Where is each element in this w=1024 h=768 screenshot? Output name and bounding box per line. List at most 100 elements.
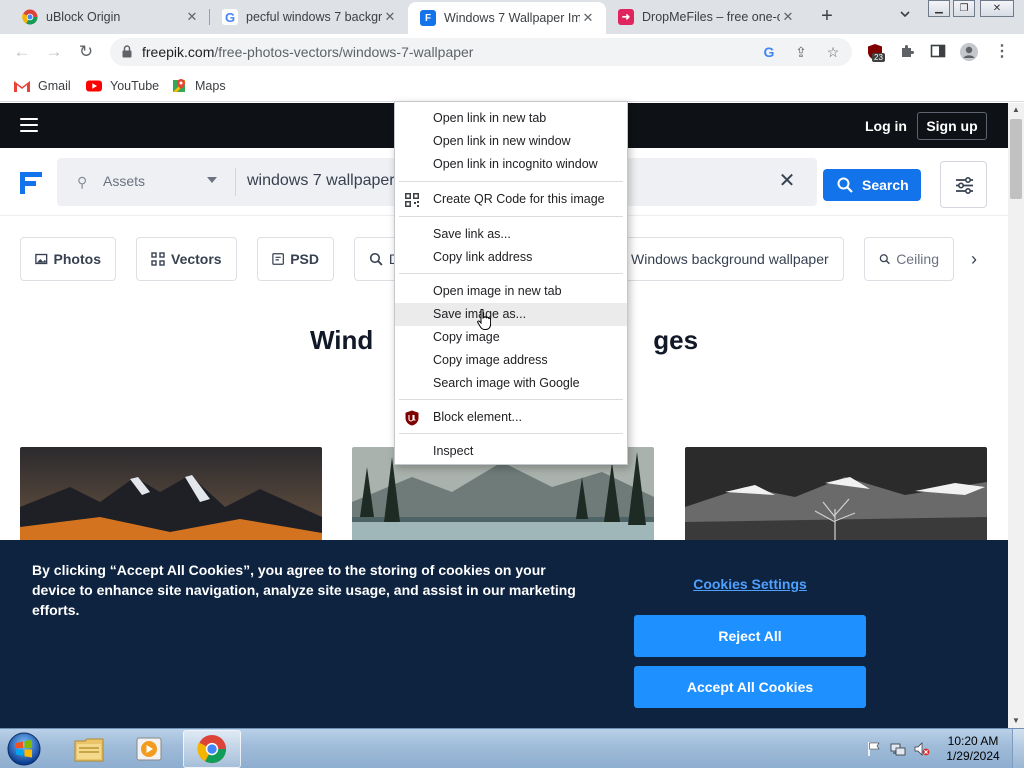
new-tab-button[interactable]: + — [816, 6, 838, 28]
system-clock[interactable]: 10:20 AM 1/29/2024 — [940, 734, 1006, 764]
lock-icon[interactable] — [122, 45, 132, 58]
menu-separator — [399, 433, 623, 434]
filters-button[interactable] — [940, 161, 987, 208]
chip-psd[interactable]: PSD — [257, 237, 334, 281]
tab-ublock[interactable]: uBlock Origin ✕ — [10, 0, 210, 34]
bookmark-label: Gmail — [38, 79, 71, 93]
search-button[interactable]: Search — [823, 169, 921, 201]
menu-block-element[interactable]: Block element... — [395, 406, 627, 429]
menu-copy-image[interactable]: Copy image — [395, 326, 627, 349]
chevron-right-icon[interactable]: › — [964, 249, 984, 269]
tab-freepik[interactable]: F Windows 7 Wallpaper Im ✕ — [408, 2, 606, 34]
tab-google-search[interactable]: G pecful windows 7 backgr ✕ — [210, 0, 408, 34]
reject-all-button[interactable]: Reject All — [634, 615, 866, 657]
chip-vectors[interactable]: Vectors — [136, 237, 237, 281]
freepik-icon: F — [420, 10, 436, 26]
chip-windows-background[interactable]: Windows background wallpaper — [616, 237, 844, 281]
scroll-down-arrow-icon[interactable]: ▼ — [1008, 714, 1024, 728]
address-bar[interactable]: freepik.com/free-photos-vectors/windows-… — [110, 38, 852, 66]
chip-ceiling[interactable]: Ceiling — [864, 237, 954, 281]
menu-open-link-new-window[interactable]: Open link in new window — [395, 130, 627, 153]
volume-muted-icon[interactable] — [914, 741, 930, 757]
close-icon[interactable]: ✕ — [580, 10, 596, 26]
scroll-up-arrow-icon[interactable]: ▲ — [1008, 103, 1024, 117]
assets-dropdown[interactable]: Assets — [103, 173, 145, 189]
chrome-icon — [197, 734, 227, 764]
bookmark-youtube[interactable]: YouTube — [86, 76, 159, 96]
google-lens-icon[interactable]: G — [760, 43, 778, 61]
tab-title: Windows 7 Wallpaper Im — [444, 11, 580, 25]
image-icon — [35, 253, 48, 265]
youtube-icon — [86, 80, 102, 92]
extensions-puzzle-icon[interactable] — [898, 43, 916, 61]
back-button[interactable]: ← — [10, 40, 34, 64]
chip-photos[interactable]: Photos — [20, 237, 116, 281]
menu-create-qr-code[interactable]: Create QR Code for this image — [395, 188, 627, 211]
search-button-label: Search — [862, 177, 909, 193]
tab-dropmefiles[interactable]: ➜ DropMeFiles – free one-c ✕ — [606, 0, 806, 34]
caret-down-icon[interactable] — [207, 177, 217, 183]
tab-strip: uBlock Origin ✕ G pecful windows 7 backg… — [0, 0, 1024, 34]
page-title-right: ges — [653, 325, 699, 355]
close-icon[interactable]: ✕ — [382, 9, 398, 25]
menu-copy-image-address[interactable]: Copy image address — [395, 349, 627, 372]
clock-date: 1/29/2024 — [946, 749, 1000, 763]
ublock-extension-icon[interactable]: 23 — [866, 43, 885, 62]
cookies-settings-link[interactable]: Cookies Settings — [634, 576, 866, 592]
close-icon[interactable]: ✕ — [780, 9, 796, 25]
restore-button[interactable]: ❐ — [953, 0, 975, 17]
side-panel-icon[interactable] — [929, 43, 947, 61]
taskbar-explorer[interactable] — [60, 730, 118, 768]
accept-all-cookies-button[interactable]: Accept All Cookies — [634, 666, 866, 708]
menu-inspect[interactable]: Inspect — [395, 440, 627, 463]
minimize-button[interactable]: ▁ — [928, 0, 950, 17]
psd-icon — [272, 253, 284, 265]
taskbar-chrome[interactable] — [183, 730, 241, 768]
menu-save-link-as[interactable]: Save link as... — [395, 223, 627, 246]
network-icon[interactable] — [890, 741, 906, 757]
menu-open-link-new-tab[interactable]: Open link in new tab — [395, 107, 627, 130]
bookmark-maps[interactable]: Maps — [171, 76, 226, 96]
menu-open-image-new-tab[interactable]: Open image in new tab — [395, 280, 627, 303]
wallpaper-thumbnail[interactable] — [685, 447, 987, 547]
search-input[interactable]: windows 7 wallpaper — [247, 172, 395, 190]
browser-toolbar: ← → ↻ freepik.com/free-photos-vectors/wi… — [0, 34, 1024, 70]
ublock-shield-icon — [405, 410, 419, 426]
explorer-icon — [74, 738, 104, 762]
menu-open-link-incognito[interactable]: Open link in incognito window — [395, 153, 627, 176]
menu-separator — [399, 399, 623, 400]
page-scrollbar[interactable]: ▲ ▼ — [1008, 103, 1024, 728]
kebab-menu-icon[interactable]: ⋮ — [993, 43, 1011, 61]
menu-search-image-google[interactable]: Search image with Google — [395, 372, 627, 395]
share-icon[interactable]: ⇪ — [792, 43, 810, 61]
start-button[interactable] — [5, 731, 43, 767]
clear-search-icon[interactable]: ✕ — [777, 171, 797, 191]
close-icon[interactable]: ✕ — [184, 9, 200, 25]
context-menu: Open link in new tab Open link in new wi… — [394, 101, 628, 465]
menu-save-image-as[interactable]: Save image as... — [395, 303, 627, 326]
wallpaper-thumbnail[interactable] — [20, 447, 322, 547]
hamburger-menu-icon[interactable] — [20, 118, 38, 132]
menu-item-label: Block element... — [433, 410, 522, 424]
login-link[interactable]: Log in — [858, 112, 914, 140]
tab-search-chevron-icon[interactable] — [896, 8, 914, 26]
windows-logo-icon — [7, 732, 41, 766]
search-icon — [837, 177, 853, 193]
signup-button[interactable]: Sign up — [917, 112, 987, 140]
bookmark-star-icon[interactable]: ☆ — [824, 43, 842, 61]
reload-button[interactable]: ↻ — [74, 40, 98, 64]
scroll-thumb[interactable] — [1010, 119, 1022, 199]
bookmark-gmail[interactable]: Gmail — [14, 76, 71, 96]
profile-avatar-icon[interactable] — [960, 43, 978, 61]
menu-separator — [399, 273, 623, 274]
action-center-flag-icon[interactable] — [866, 741, 882, 757]
close-window-button[interactable]: ✕ — [980, 0, 1014, 17]
show-desktop-button[interactable] — [1012, 729, 1024, 768]
url-text[interactable]: freepik.com/free-photos-vectors/windows-… — [142, 44, 473, 60]
freepik-logo-icon[interactable] — [20, 172, 42, 194]
menu-separator — [399, 216, 623, 217]
chip-label: PSD — [290, 251, 319, 267]
menu-copy-link-address[interactable]: Copy link address — [395, 246, 627, 269]
taskbar-media-player[interactable] — [120, 730, 178, 768]
forward-button[interactable]: → — [42, 40, 66, 64]
